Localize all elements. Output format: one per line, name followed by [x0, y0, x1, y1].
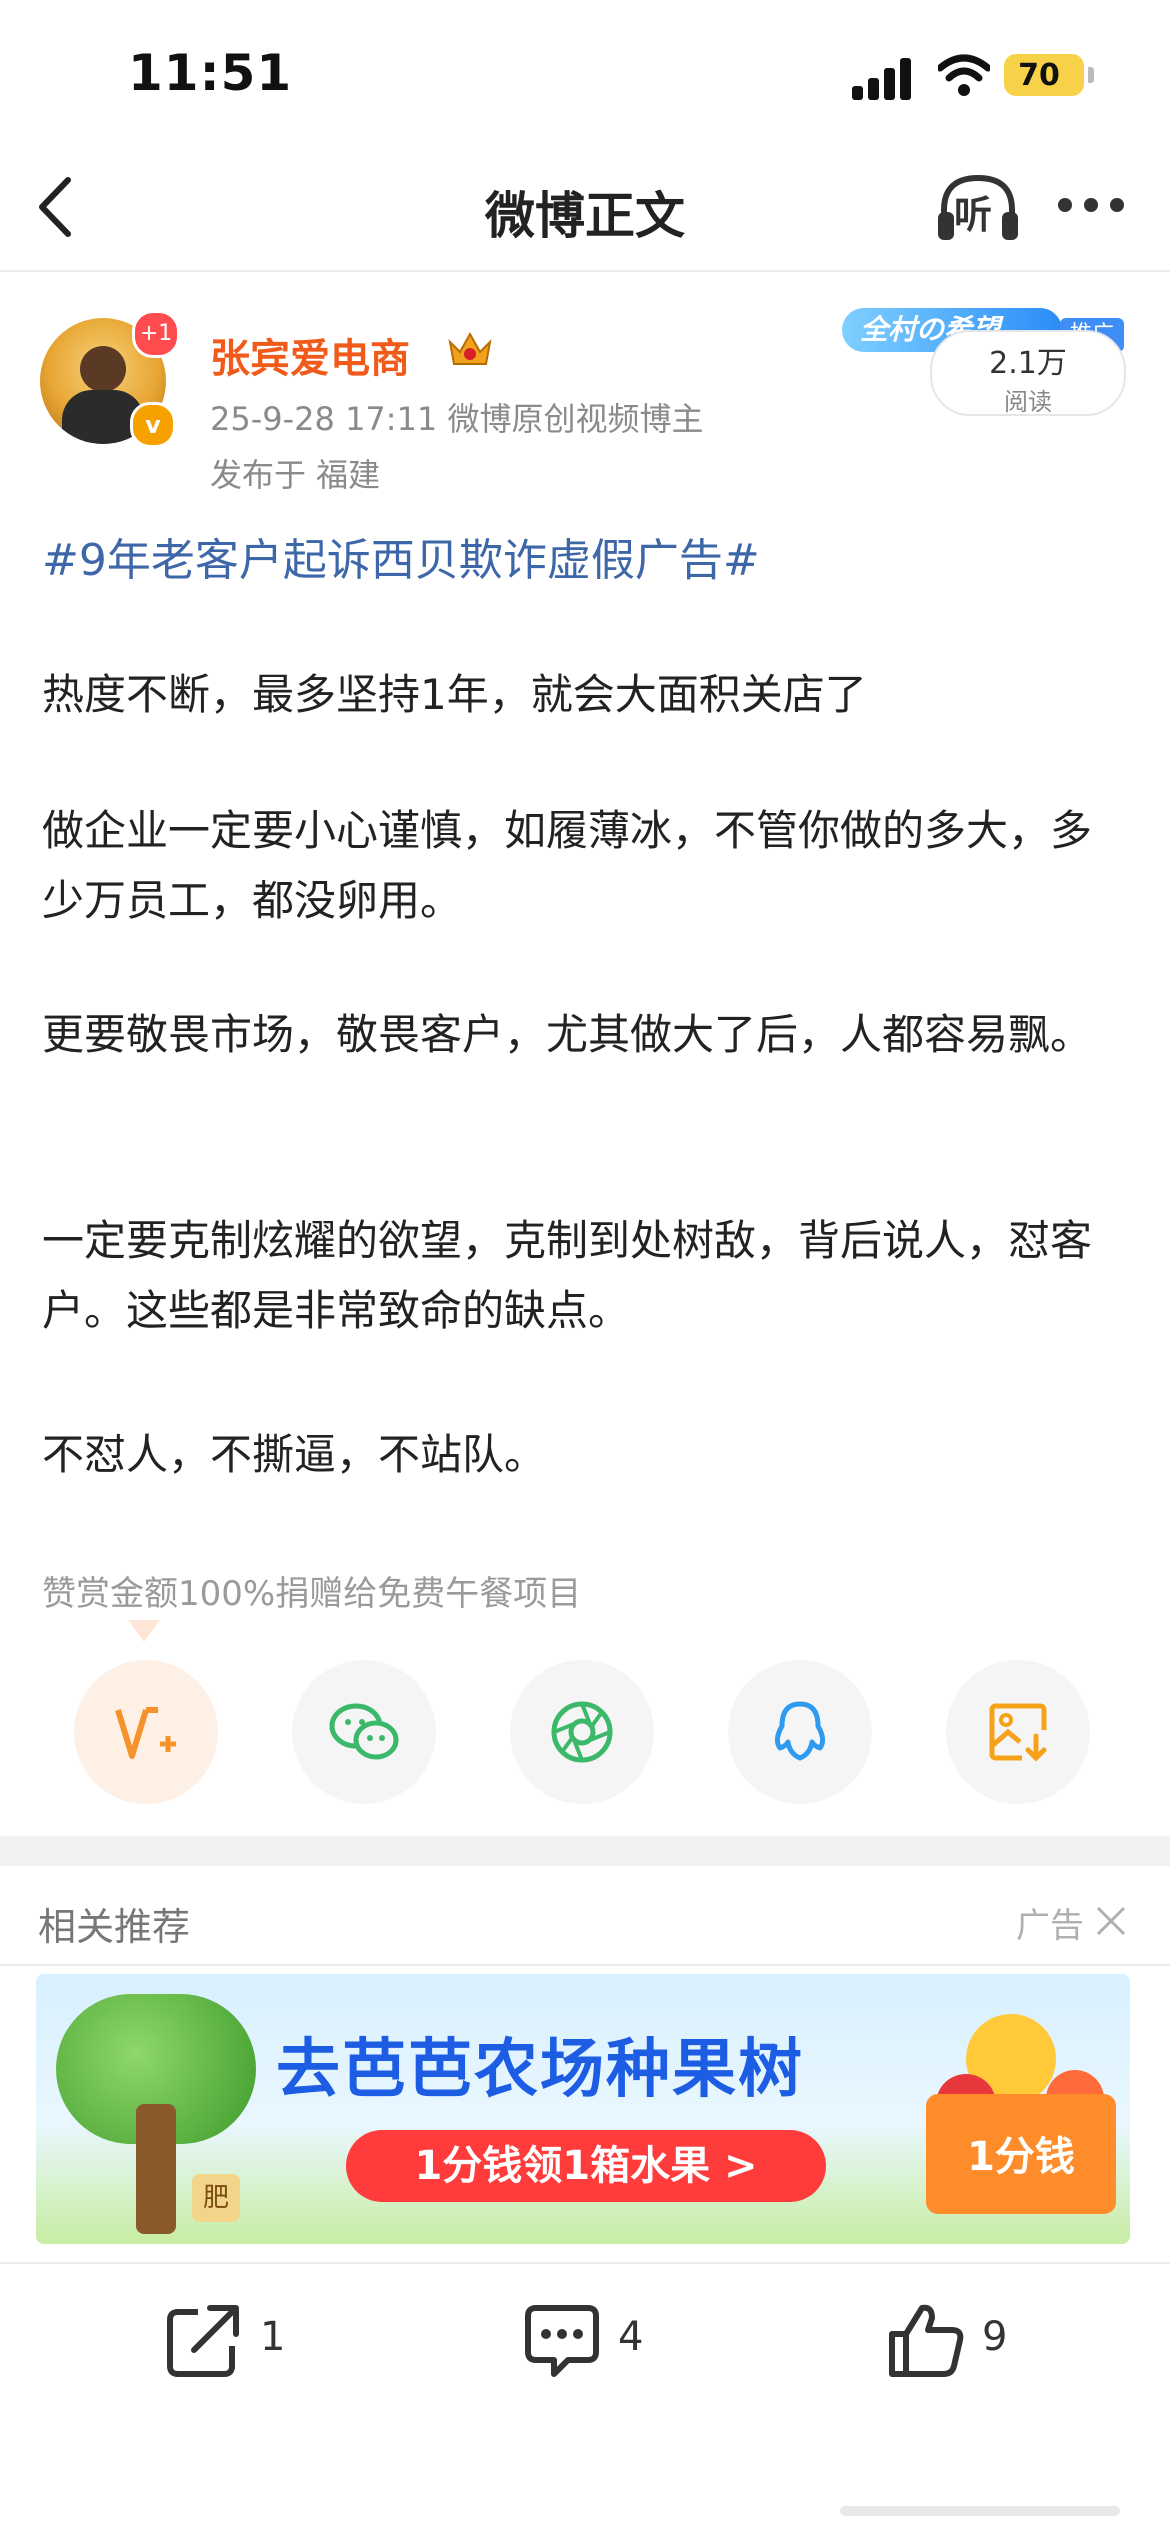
- wechat-icon: [329, 1703, 399, 1760]
- ad-label: 广告: [1016, 1906, 1084, 1946]
- listen-label: 听: [954, 193, 993, 237]
- reward-button[interactable]: [74, 1660, 218, 1804]
- qq-icon: [774, 1701, 826, 1761]
- read-count-box: 2.1万 阅读: [930, 330, 1126, 416]
- save-image-button[interactable]: [946, 1660, 1090, 1804]
- share-wechat-button[interactable]: [292, 1660, 436, 1804]
- rec-divider: [0, 1964, 1170, 1966]
- status-time: 11:51: [128, 44, 293, 102]
- avatar-plus-badge: +1: [132, 310, 180, 358]
- cellular-signal-icon: [852, 56, 914, 100]
- author-name[interactable]: 张宾爱电商: [210, 326, 410, 384]
- repost-button[interactable]: 1: [164, 2300, 324, 2380]
- like-count: 9: [982, 2314, 1008, 2360]
- wifi-icon: [938, 54, 990, 96]
- verified-badge-icon: v: [130, 402, 176, 448]
- share-moments-button[interactable]: [510, 1660, 654, 1804]
- post-paragraph: 热度不断，最多坚持1年，就会大面积关店了: [42, 670, 867, 719]
- read-label: 阅读: [1004, 388, 1052, 416]
- thumbs-up-icon: [889, 2304, 964, 2377]
- post-location: 发布于 福建: [210, 456, 381, 494]
- home-indicator: [840, 2506, 1120, 2516]
- section-gap: [0, 1836, 1170, 1866]
- close-ad-icon[interactable]: [1094, 1904, 1128, 1938]
- share-qq-button[interactable]: [728, 1660, 872, 1804]
- more-options-icon[interactable]: [1058, 198, 1124, 218]
- repost-count: 1: [260, 2314, 286, 2360]
- moments-icon: [551, 1701, 613, 1763]
- comment-button[interactable]: 4: [522, 2300, 682, 2380]
- reward-pointer: [128, 1620, 160, 1642]
- post-paragraph: 不怼人，不撕逼，不站队。: [42, 1430, 547, 1479]
- battery-level: 70: [1018, 58, 1060, 93]
- read-count: 2.1万: [989, 346, 1067, 381]
- post-paragraph: 更要敬畏市场，敬畏客户，尤其做大了后，人都容易飘。: [42, 1010, 1093, 1059]
- nav-divider: [0, 270, 1170, 272]
- fertilizer-bag: 肥: [192, 2174, 240, 2222]
- ad-headline: 去芭芭农场种果树: [276, 2033, 804, 2107]
- tree-trunk: [136, 2104, 176, 2234]
- reward-v-plus-icon: [115, 1707, 176, 1759]
- post-paragraph: 一定要克制炫耀的欲望，克制到处树敌，背后说人，怼客户。这些都是非常致命的缺点。: [42, 1216, 1093, 1335]
- post-time-source: 25-9-28 17:11 微博原创视频博主: [210, 400, 704, 438]
- repost-icon: [167, 2305, 239, 2377]
- post-paragraph: 做企业一定要小心谨慎，如履薄冰，不管你做的多大，多少万员工，都没卵用。: [42, 806, 1093, 925]
- comment-count: 4: [618, 2314, 644, 2360]
- bottom-bar-divider: [0, 2262, 1170, 2264]
- listen-button[interactable]: 听: [936, 172, 1020, 244]
- crown-icon: [448, 331, 492, 365]
- battery-indicator: 70: [1004, 54, 1094, 96]
- post-topic-hashtag[interactable]: #9年老客户起诉西贝欺诈虚假广告#: [42, 524, 760, 588]
- related-recommend-title: 相关推荐: [38, 1905, 191, 1949]
- like-button[interactable]: 9: [886, 2300, 1046, 2380]
- ad-cta-button[interactable]: 1分钱领1箱水果 >: [346, 2130, 826, 2202]
- ad-box-label: 1分钱: [967, 2134, 1075, 2180]
- reward-note: 赞赏金额100%捐赠给免费午餐项目: [42, 1574, 582, 1614]
- ad-banner[interactable]: 肥 去芭芭农场种果树 1分钱领1箱水果 > 1分钱: [36, 1974, 1130, 2244]
- fruit-box: 1分钱: [926, 2094, 1116, 2214]
- comment-icon: [525, 2305, 599, 2377]
- save-image-icon: [989, 1703, 1047, 1762]
